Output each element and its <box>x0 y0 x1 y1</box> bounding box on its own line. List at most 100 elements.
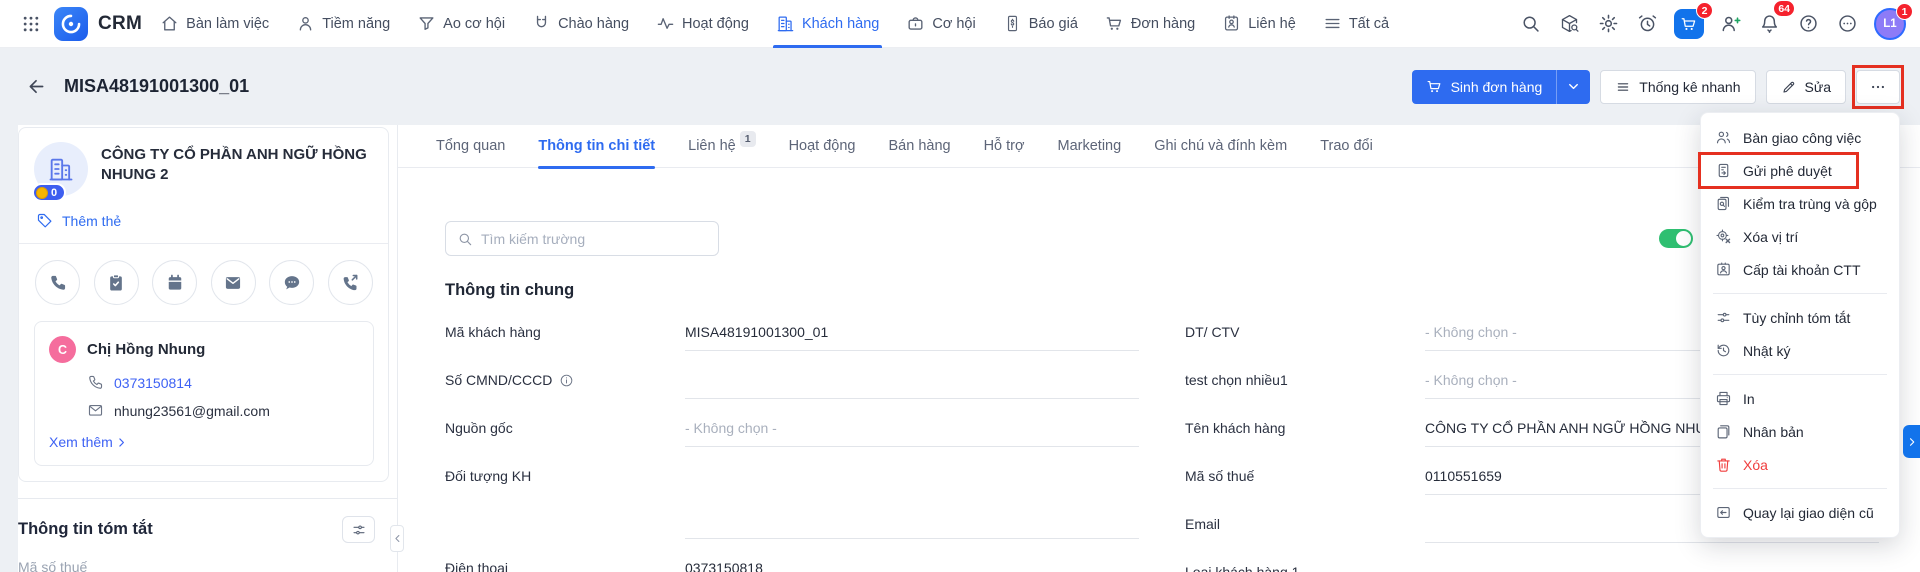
quick-stats-button[interactable]: Thống kê nhanh <box>1600 69 1756 104</box>
cart-badge: 2 <box>1696 1 1713 19</box>
sidebar-collapse-button[interactable] <box>390 525 404 552</box>
history-icon <box>1715 342 1732 359</box>
avatar-badge: 1 <box>1896 2 1913 20</box>
nav-item-label: Bàn làm việc <box>186 15 270 32</box>
help-button[interactable] <box>1792 7 1825 40</box>
product-lookup-button[interactable] <box>1553 7 1586 40</box>
menu-item-delete[interactable]: Xóa <box>1701 448 1899 481</box>
call-button[interactable] <box>35 260 80 305</box>
nav-item-label: Hoạt động <box>682 15 749 32</box>
nav-item-opportunities[interactable]: Cơ hội <box>906 0 976 48</box>
menu-item-handover-task[interactable]: Bàn giao công việc <box>1701 121 1899 154</box>
field-input-customer-code[interactable]: MISA48191001300_01 <box>685 308 1139 356</box>
menu-item-delete-location[interactable]: Xóa vị trí <box>1701 220 1899 253</box>
field-placeholder: - Không chọn - <box>1425 372 1517 388</box>
edit-button[interactable]: Sửa <box>1765 69 1846 104</box>
callout-button[interactable] <box>327 260 373 305</box>
nav-item-customers[interactable]: Khách hàng <box>772 0 883 48</box>
sms-button[interactable] <box>269 260 315 305</box>
tab-support[interactable]: Hỗ trợ <box>984 125 1025 168</box>
global-search-button[interactable] <box>1514 7 1547 40</box>
show-empty-fields-toggle[interactable] <box>1659 229 1693 248</box>
nav-item-workspace[interactable]: Bàn làm việc <box>160 0 269 48</box>
email-button[interactable] <box>210 260 256 305</box>
menu-item-label: Quay lại giao diện cũ <box>1743 504 1874 521</box>
menu-item-grant-portal-account[interactable]: Cấp tài khoản CTT <box>1701 253 1899 286</box>
contact-email: nhung23561@gmail.com <box>114 402 270 419</box>
generate-order-caret[interactable] <box>1556 69 1591 104</box>
tab-sales[interactable]: Bán hàng <box>888 125 950 168</box>
menu-item-check-duplicate-merge[interactable]: Kiểm tra trùng và gộp <box>1701 187 1899 220</box>
nav-item-label: Báo giá <box>1028 15 1078 32</box>
app-launcher-button[interactable] <box>16 7 46 41</box>
notifications-button[interactable]: 64 <box>1753 0 1795 40</box>
field-row-id-number: Số CMND/CCCD <box>445 356 1139 404</box>
field-search-input[interactable] <box>481 230 707 247</box>
field-label-customer-type-1: Loại khách hàng 1 <box>1185 548 1425 572</box>
summary-field-label: Mã số thuế <box>18 559 88 572</box>
nav-item-orders[interactable]: Đơn hàng <box>1105 0 1195 48</box>
menu-item-print[interactable]: In <box>1701 382 1899 415</box>
calendar-icon <box>165 273 185 293</box>
phone-icon <box>87 374 104 391</box>
tag-icon <box>36 212 53 229</box>
nav-item-contacts[interactable]: Liên hệ <box>1222 0 1296 48</box>
menu-divider <box>1713 293 1887 294</box>
crm-logo[interactable] <box>54 6 88 41</box>
back-button[interactable] <box>22 73 50 101</box>
reminder-button[interactable] <box>1631 7 1664 40</box>
menu-item-duplicate[interactable]: Nhân bản <box>1701 415 1899 448</box>
generate-order-split-button: Sinh đơn hàng <box>1411 69 1591 104</box>
tab-activities[interactable]: Hoạt động <box>789 125 856 168</box>
nav-item-leads[interactable]: Tiềm năng <box>296 0 390 48</box>
field-input-customer-type-1[interactable] <box>1425 548 1879 572</box>
tab-discussion[interactable]: Trao đổi <box>1320 125 1373 168</box>
tab-contacts[interactable]: Liên hệ 1 <box>688 125 756 168</box>
pencil-icon <box>1781 79 1797 95</box>
cart-button[interactable]: 2 <box>1674 1 1713 39</box>
nav-item-sales-offer[interactable]: Chào hàng <box>532 0 629 48</box>
menu-item-logs[interactable]: Nhật ký <box>1701 334 1899 367</box>
contact-email-row: nhung23561@gmail.com <box>87 402 359 419</box>
customize-summary-button[interactable] <box>342 516 375 543</box>
menu-item-back-to-old-ui[interactable]: Quay lại giao diện cũ <box>1701 496 1899 529</box>
menu-divider <box>1713 488 1887 489</box>
field-input-customer-object[interactable] <box>685 452 1139 544</box>
user-avatar[interactable]: L1 1 <box>1874 2 1913 40</box>
tab-label: Tổng quan <box>436 138 506 154</box>
more-actions-button[interactable] <box>1852 64 1904 109</box>
field-row-customer-object: Đối tượng KH <box>445 452 1139 544</box>
tab-label: Hỗ trợ <box>983 138 1025 154</box>
notifications-badge: 64 <box>1773 0 1795 17</box>
nav-item-quotes[interactable]: Báo giá <box>1003 0 1078 48</box>
field-label-text: Loại khách hàng 1 <box>1185 564 1300 572</box>
company-name: CÔNG TY CỔ PHẦN ANH NGỮ HỒNG NHUNG 2 <box>101 146 367 184</box>
field-input-source[interactable]: - Không chọn - <box>685 404 1139 452</box>
field-input-id-number[interactable] <box>685 356 1139 404</box>
contact-phone-link[interactable]: 0373150814 <box>114 375 192 391</box>
contact-card-icon <box>1222 14 1241 33</box>
more-apps-button[interactable] <box>1831 7 1864 40</box>
add-tag-link[interactable]: Thêm thẻ <box>36 212 374 229</box>
invite-user-button[interactable] <box>1714 7 1747 40</box>
tab-overview[interactable]: Tổng quan <box>436 125 505 168</box>
tab-notes-attachments[interactable]: Ghi chú và đính kèm <box>1154 125 1287 168</box>
nav-item-opportunity-pool[interactable]: Ao cơ hội <box>417 0 505 48</box>
nav-item-label: Ao cơ hội <box>443 15 506 32</box>
tab-details[interactable]: Thông tin chi tiết <box>538 125 655 169</box>
see-more-link[interactable]: Xem thêm <box>49 434 359 450</box>
nav-item-activities[interactable]: Hoạt động <box>656 0 749 48</box>
meeting-button[interactable] <box>152 260 198 305</box>
generate-order-button[interactable]: Sinh đơn hàng <box>1411 69 1557 104</box>
generate-order-label: Sinh đơn hàng <box>1450 78 1543 95</box>
field-input-phone[interactable]: 0373150818 <box>685 544 1139 572</box>
field-label-dt-ctv: DT/ CTV <box>1185 308 1425 356</box>
tab-marketing[interactable]: Marketing <box>1058 125 1122 168</box>
expand-panel-button[interactable] <box>1903 425 1920 458</box>
menu-item-send-approval[interactable]: Gửi phê duyệt <box>1698 152 1899 189</box>
menu-item-customize-summary[interactable]: Tùy chỉnh tóm tắt <box>1701 301 1899 334</box>
people-icon <box>1715 129 1732 146</box>
nav-item-all[interactable]: Tất cả <box>1323 0 1389 48</box>
task-button[interactable] <box>93 260 139 305</box>
settings-button[interactable] <box>1592 7 1625 40</box>
